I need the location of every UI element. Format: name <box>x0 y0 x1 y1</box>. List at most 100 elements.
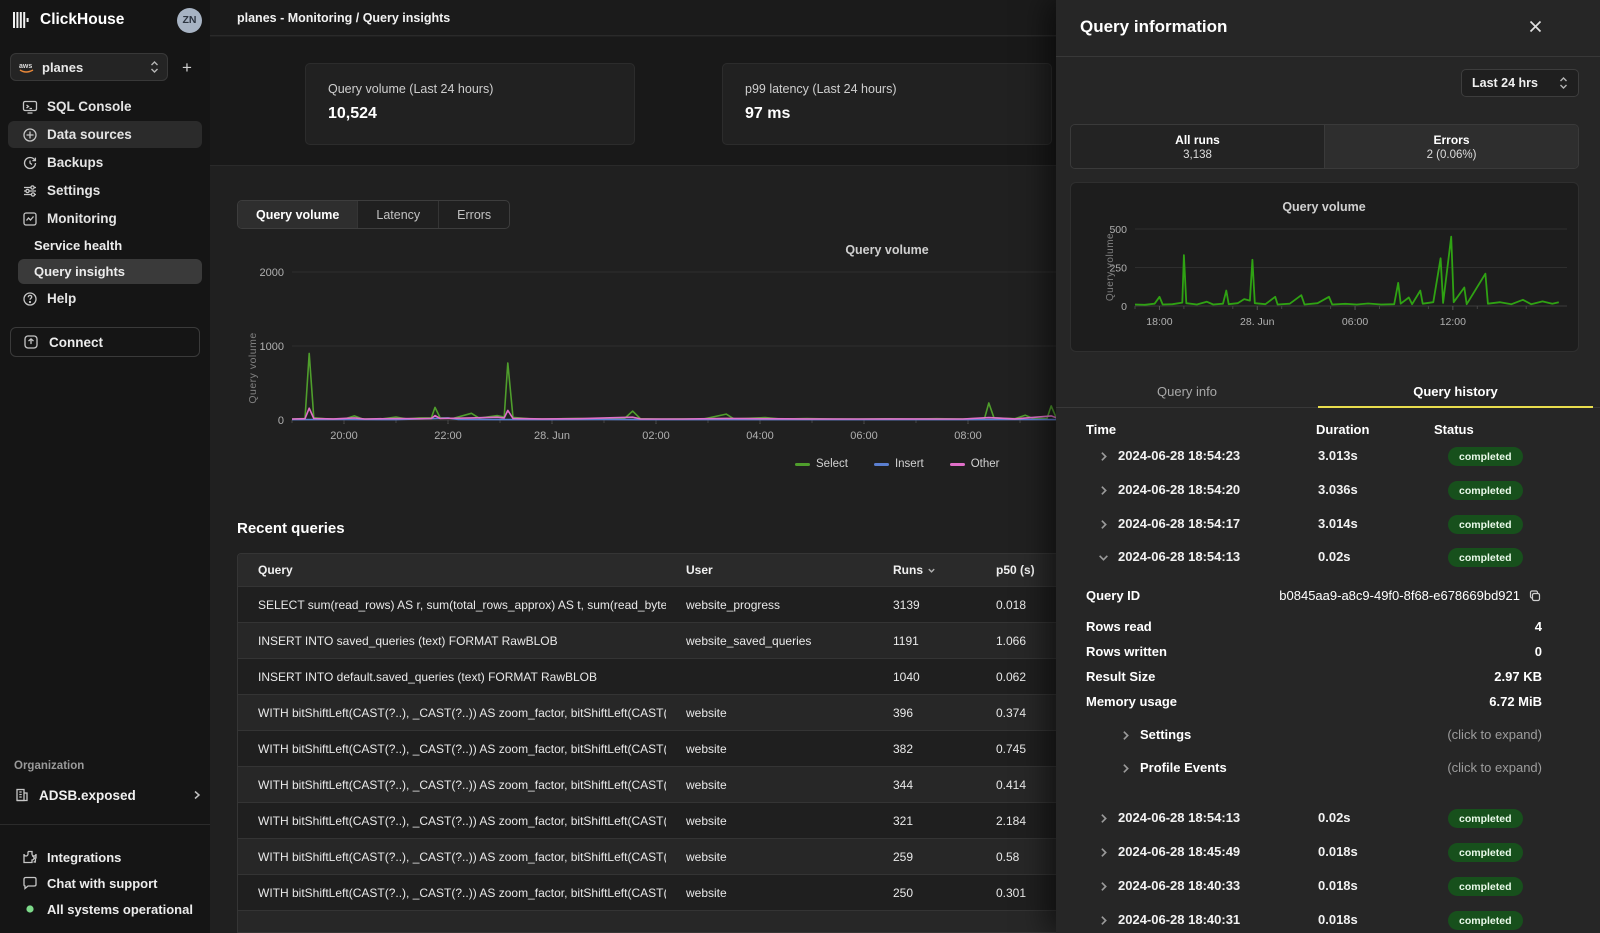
chevron-down-icon[interactable] <box>1098 552 1109 563</box>
detail-row-memory-usage: Memory usage 6.72 MiB <box>1056 691 1600 715</box>
query-table-row[interactable]: INSERT INTO default.saved_queries (text)… <box>238 659 1068 695</box>
run-summary-errors[interactable]: Errors2 (0.06%) <box>1324 125 1578 168</box>
avatar[interactable]: ZN <box>177 8 202 33</box>
chevron-right-icon[interactable] <box>1098 519 1109 530</box>
column-header-query[interactable]: Query <box>238 563 666 577</box>
sidebar-item-label: Monitoring <box>47 211 117 226</box>
column-header-p50[interactable]: p50 (s) <box>976 563 1068 577</box>
history-col-status: Status <box>1434 422 1474 437</box>
query-table-row[interactable]: INSERT INTO saved_queries (text) FORMAT … <box>238 623 1068 659</box>
query-table-row[interactable]: WITH bitShiftLeft(CAST(?..), _CAST(?..))… <box>238 695 1068 731</box>
chevron-right-icon[interactable] <box>1098 915 1109 926</box>
cell-p50: 1.066 <box>976 634 1068 648</box>
run-summary-all-runs[interactable]: All runs3,138 <box>1071 125 1324 168</box>
chevron-right-icon <box>192 790 202 800</box>
query-table-row[interactable]: WITH bitShiftLeft(CAST(?..), _CAST(?..))… <box>238 875 1068 911</box>
history-row[interactable]: 2024-06-28 18:54:20 3.036s completed <box>1056 478 1600 506</box>
time-range-select[interactable]: Last 24 hrs <box>1461 69 1579 97</box>
status-dot-icon <box>22 901 38 917</box>
legend-label: Select <box>816 458 848 470</box>
service-selector-row: aws planes + <box>10 53 202 81</box>
sidebar-item-help[interactable]: Help <box>8 285 202 312</box>
service-selector[interactable]: aws planes <box>10 53 168 81</box>
sidebar-footer-all-systems-operational[interactable]: All systems operational <box>8 897 202 921</box>
copy-icon[interactable] <box>1528 589 1542 603</box>
history-row[interactable]: 2024-06-28 18:40:33 0.018s completed <box>1056 874 1600 902</box>
close-icon[interactable] <box>1528 19 1548 39</box>
tab-latency[interactable]: Latency <box>358 201 439 228</box>
data-sources-icon <box>22 127 38 143</box>
stat-card-query-volume: Query volume (Last 24 hours) 10,524 <box>305 63 635 145</box>
panel-query-volume-chart[interactable]: 025050018:0028. Jun06:0012:00Query volum… <box>1071 183 1578 351</box>
cell-runs: 382 <box>873 742 976 756</box>
expandable-label: Settings <box>1140 727 1191 742</box>
chart-legend: Select Insert Other <box>795 458 1000 470</box>
brand-row: ClickHouse ZN <box>12 6 202 34</box>
history-row[interactable]: 2024-06-28 18:54:17 3.014s completed <box>1056 512 1600 540</box>
cell-p50: 2.184 <box>976 814 1068 828</box>
add-service-button[interactable]: + <box>182 59 192 76</box>
detail-row-rows-read: Rows read 4 <box>1056 616 1600 640</box>
legend-item-other[interactable]: Other <box>950 458 1000 470</box>
chevron-right-icon[interactable] <box>1098 881 1109 892</box>
query-table-row[interactable]: WITH bitShiftLeft(CAST(?..), _CAST(?..))… <box>238 839 1068 875</box>
aws-icon: aws <box>19 60 34 74</box>
chevron-updown-icon <box>1559 76 1568 90</box>
tab-errors[interactable]: Errors <box>439 201 509 228</box>
legend-item-select[interactable]: Select <box>795 458 848 470</box>
sidebar-item-label: Help <box>47 291 76 306</box>
column-header-user[interactable]: User <box>666 563 873 577</box>
cell-query: WITH bitShiftLeft(CAST(?..), _CAST(?..))… <box>238 778 666 792</box>
cell-user: website <box>666 850 873 864</box>
breadcrumb: planes - Monitoring / Query insights <box>237 11 450 25</box>
sidebar-subitem-service-health[interactable]: Service health <box>18 233 202 258</box>
history-row[interactable]: 2024-06-28 18:45:49 0.018s completed <box>1056 840 1600 868</box>
chevron-right-icon[interactable] <box>1098 813 1109 824</box>
legend-swatch <box>874 463 889 466</box>
legend-item-insert[interactable]: Insert <box>874 458 924 470</box>
sidebar-item-data-sources[interactable]: Data sources <box>8 121 202 148</box>
chevron-right-icon[interactable] <box>1098 485 1109 496</box>
history-row[interactable]: 2024-06-28 18:40:31 0.018s completed <box>1056 908 1600 933</box>
history-col-duration: Duration <box>1316 422 1369 437</box>
svg-text:12:00: 12:00 <box>1440 316 1466 328</box>
organization-switcher[interactable]: ADSB.exposed <box>8 782 202 808</box>
panel-tab-query-info[interactable]: Query info <box>1056 375 1318 407</box>
stat-card-p99-latency: p99 latency (Last 24 hours) 97 ms <box>722 63 1052 145</box>
sidebar-item-settings[interactable]: Settings <box>8 177 202 204</box>
sidebar-subitem-query-insights[interactable]: Query insights <box>18 259 202 284</box>
sidebar-item-sql-console[interactable]: SQL Console <box>8 93 202 120</box>
clickhouse-logo-icon <box>12 10 32 30</box>
sidebar-footer-integrations[interactable]: Integrations <box>8 845 202 869</box>
query-table-row[interactable]: WITH bitShiftLeft(CAST(?..), _CAST(?..))… <box>238 803 1068 839</box>
query-table-row[interactable]: WITH bitShiftLeft(CAST(?..), _CAST(?..))… <box>238 767 1068 803</box>
panel-tab-query-history[interactable]: Query history <box>1318 375 1593 407</box>
connect-button[interactable]: Connect <box>10 327 200 357</box>
sidebar-item-backups[interactable]: Backups <box>8 149 202 176</box>
tab-query-volume[interactable]: Query volume <box>238 201 358 228</box>
history-time: 2024-06-28 18:54:23 <box>1118 448 1240 463</box>
sidebar-item-monitoring[interactable]: Monitoring <box>8 205 202 232</box>
chevron-right-icon[interactable] <box>1098 451 1109 462</box>
expandable-profile-events[interactable]: Profile Events (click to expand) <box>1056 757 1600 781</box>
history-duration: 0.02s <box>1318 549 1351 564</box>
expandable-settings[interactable]: Settings (click to expand) <box>1056 724 1600 748</box>
svg-text:aws: aws <box>19 63 32 70</box>
column-header-runs[interactable]: Runs <box>873 563 976 577</box>
expand-hint: (click to expand) <box>1447 727 1542 742</box>
sidebar-item-label: Data sources <box>47 127 132 142</box>
query-table-row-partial[interactable] <box>238 911 1068 933</box>
chat-icon <box>22 875 38 891</box>
settings-icon <box>22 183 38 199</box>
cell-query: WITH bitShiftLeft(CAST(?..), _CAST(?..))… <box>238 742 666 756</box>
chevron-right-icon[interactable] <box>1098 847 1109 858</box>
expand-hint: (click to expand) <box>1447 760 1542 775</box>
query-table-row[interactable]: WITH bitShiftLeft(CAST(?..), _CAST(?..))… <box>238 731 1068 767</box>
sidebar-footer-chat-with-support[interactable]: Chat with support <box>8 871 202 895</box>
history-row[interactable]: 2024-06-28 18:54:13 0.02s completed <box>1056 545 1600 573</box>
history-row[interactable]: 2024-06-28 18:54:23 3.013s completed <box>1056 444 1600 472</box>
cell-query: WITH bitShiftLeft(CAST(?..), _CAST(?..))… <box>238 706 666 720</box>
history-row[interactable]: 2024-06-28 18:54:13 0.02s completed <box>1056 806 1600 834</box>
query-table-row[interactable]: SELECT sum(read_rows) AS r, sum(total_ro… <box>238 587 1068 623</box>
query-volume-chart[interactable]: 01000200020:0022:0028. Jun02:0004:0006:0… <box>240 240 1100 485</box>
